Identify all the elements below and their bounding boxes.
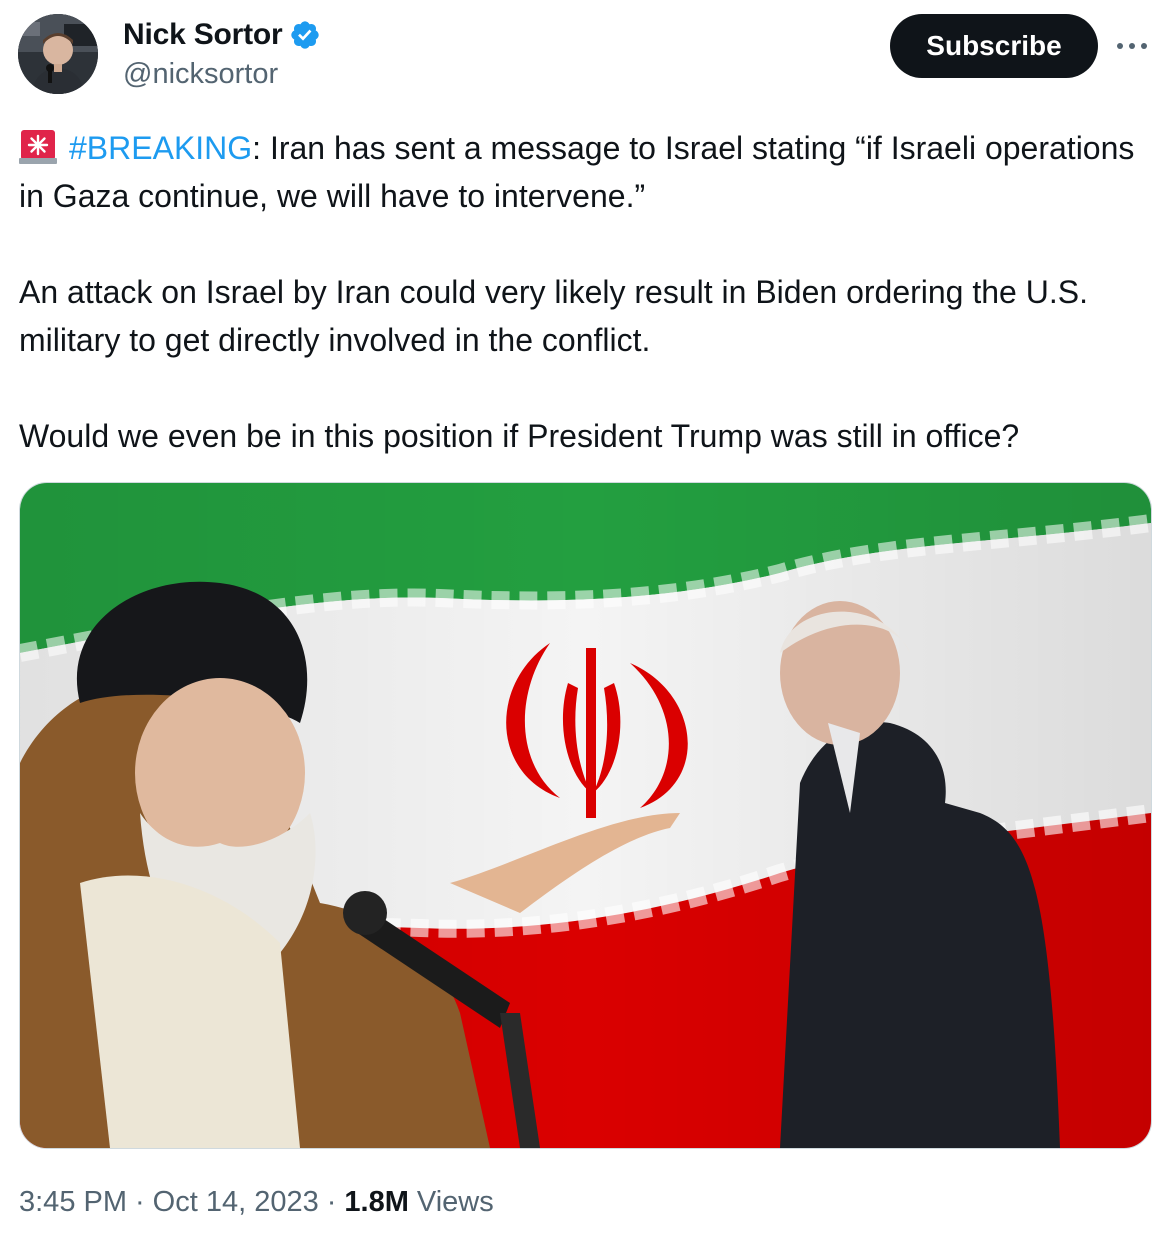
tweet: Nick Sortor @nicksortor Subscribe #BREAK… <box>0 0 1172 1244</box>
meta-separator: · <box>135 1185 145 1218</box>
more-horizontal-icon[interactable] <box>1112 28 1152 64</box>
tweet-time[interactable]: 3:45 PM <box>19 1186 127 1219</box>
avatar-photo <box>18 14 98 94</box>
rotating-light-siren-icon <box>19 130 57 164</box>
tweet-paragraph-1: #BREAKING: Iran has sent a message to Is… <box>19 124 1139 220</box>
hashtag-link[interactable]: #BREAKING <box>69 130 252 166</box>
avatar[interactable] <box>18 14 98 94</box>
previous-tweet-edge <box>0 0 1172 6</box>
author-handle[interactable]: @nicksortor <box>123 58 278 91</box>
subscribe-button[interactable]: Subscribe <box>890 14 1098 78</box>
iran-flag-illustration <box>20 483 1151 1148</box>
meta-separator: · <box>326 1185 337 1218</box>
views-count[interactable]: 1.8M <box>344 1186 408 1219</box>
tweet-paragraph-2: An attack on Israel by Iran could very l… <box>19 274 1088 358</box>
author-display-name[interactable]: Nick Sortor <box>123 18 283 52</box>
tweet-meta: 3:45 PM · Oct 14, 2023 · 1.8M Views <box>19 1180 494 1224</box>
tweet-image[interactable] <box>19 482 1152 1149</box>
author-name-row[interactable]: Nick Sortor <box>123 16 321 54</box>
tweet-paragraph-3: Would we even be in this position if Pre… <box>19 418 1020 454</box>
tweet-date[interactable]: Oct 14, 2023 <box>153 1186 319 1219</box>
tweet-text: #BREAKING: Iran has sent a message to Is… <box>19 124 1139 460</box>
views-label: Views <box>416 1185 494 1218</box>
verified-badge-icon[interactable] <box>289 19 321 51</box>
